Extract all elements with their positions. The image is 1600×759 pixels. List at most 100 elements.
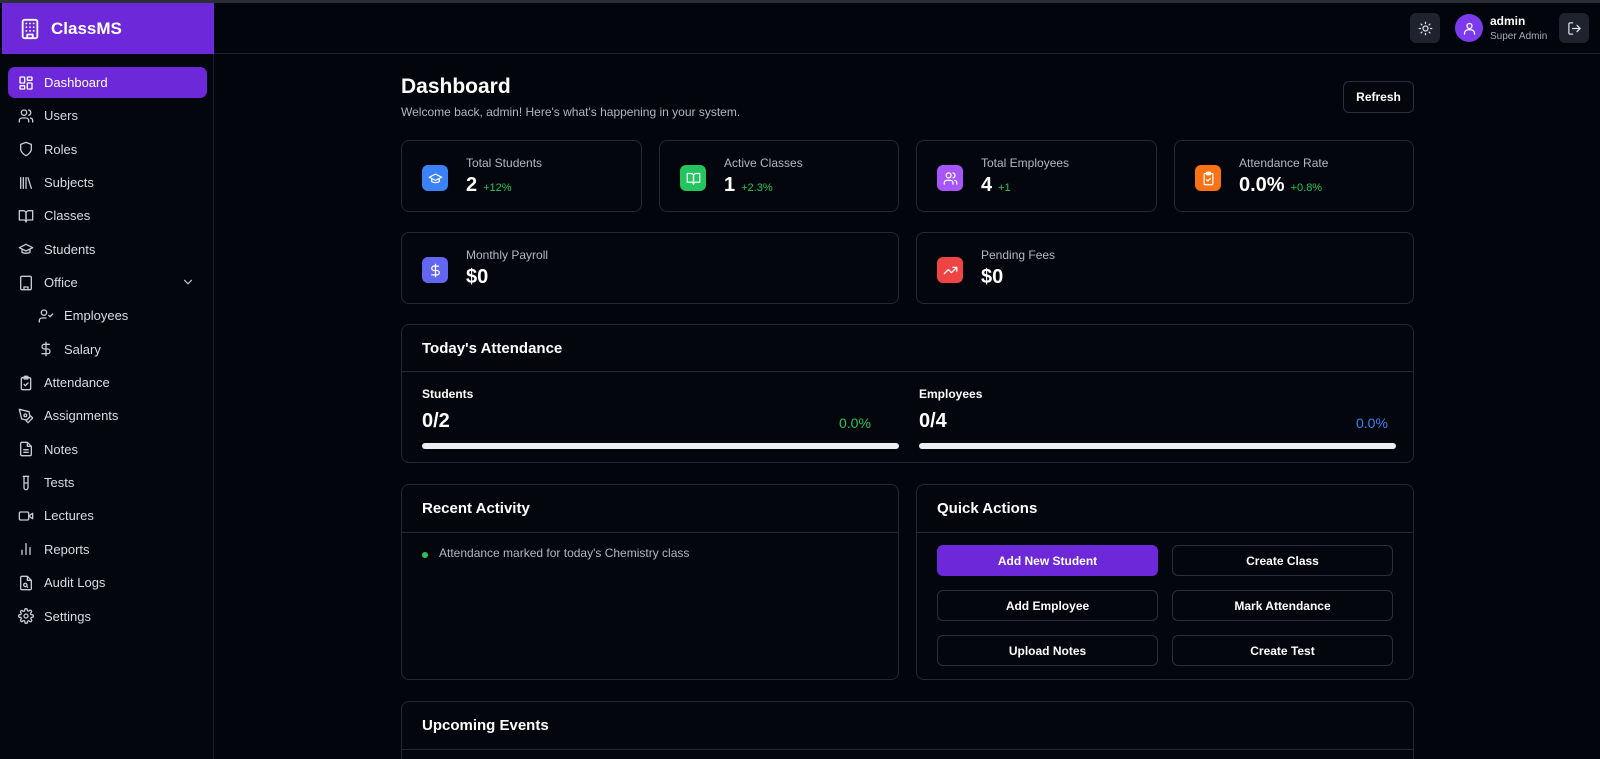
add-new-student-button[interactable]: Add New Student: [937, 545, 1158, 576]
stat-value: 1 +2.3%: [724, 174, 773, 196]
sidebar-item-attendance[interactable]: Attendance: [8, 367, 207, 398]
sidebar-item-tests[interactable]: Tests: [8, 467, 207, 498]
sidebar-item-salary[interactable]: Salary: [8, 334, 207, 365]
logout-button[interactable]: [1559, 13, 1589, 43]
sidebar-item-audit-logs[interactable]: Audit Logs: [8, 567, 207, 598]
pen-tool-icon: [18, 408, 34, 424]
sidebar-item-roles[interactable]: Roles: [8, 134, 207, 165]
logout-icon: [1567, 21, 1582, 36]
create-test-button[interactable]: Create Test: [1172, 635, 1393, 666]
section-title: Quick Actions: [937, 500, 1038, 517]
stat-value: 2 +12%: [466, 174, 512, 196]
book-open-icon: [680, 165, 706, 191]
section-title: Today's Attendance: [422, 340, 563, 357]
sidebar-item-label: Salary: [64, 341, 101, 357]
sidebar-nav: Dashboard Users Roles Subjects Classes S…: [8, 67, 207, 634]
add-employee-button[interactable]: Add Employee: [937, 590, 1158, 621]
refresh-button[interactable]: Refresh: [1343, 81, 1414, 113]
chevron-down-icon[interactable]: [181, 275, 195, 289]
stat-delta: +0.8%: [1290, 182, 1323, 194]
avatar[interactable]: [1455, 14, 1483, 42]
mark-attendance-button[interactable]: Mark Attendance: [1172, 590, 1393, 621]
sidebar-item-label: Settings: [44, 608, 91, 624]
stat-card-attendance-rate: Attendance Rate 0.0% +0.8%: [1174, 140, 1414, 212]
user-name: admin: [1490, 14, 1526, 28]
user-check-icon: [38, 308, 54, 324]
stat-label: Pending Fees: [981, 248, 1056, 262]
attendance-students-count: 0/2: [422, 410, 450, 432]
video-icon: [18, 508, 34, 524]
section-title: Recent Activity: [422, 500, 530, 517]
sidebar-item-assignments[interactable]: Assignments: [8, 400, 207, 431]
section-title: Upcoming Events: [422, 717, 549, 734]
graduation-cap-icon: [422, 165, 448, 191]
sidebar-item-label: Users: [44, 108, 78, 124]
sidebar-item-students[interactable]: Students: [8, 234, 207, 265]
sidebar-item-settings[interactable]: Settings: [8, 601, 207, 632]
sidebar-item-subjects[interactable]: Subjects: [8, 167, 207, 198]
file-text-icon: [18, 441, 34, 457]
stat-label: Total Employees: [981, 156, 1070, 170]
sidebar-item-label: Students: [44, 241, 96, 257]
attendance-employees-count: 0/4: [919, 410, 947, 432]
shield-icon: [18, 141, 34, 157]
attendance-students-label: Students: [422, 387, 474, 401]
dollar-icon: [422, 257, 448, 283]
divider: [402, 749, 1413, 750]
sidebar-item-label: Tests: [44, 475, 75, 491]
stat-value: $0: [981, 266, 1004, 288]
book-open-icon: [18, 208, 34, 224]
dashboard-icon: [18, 75, 34, 91]
sidebar-item-label: Roles: [44, 141, 78, 157]
attendance-students-percent: 0.0%: [839, 415, 871, 431]
sidebar-item-reports[interactable]: Reports: [8, 534, 207, 565]
page-title: Dashboard: [401, 75, 511, 98]
file-search-icon: [18, 575, 34, 591]
stat-value: $0: [466, 266, 489, 288]
stat-label: Total Students: [466, 156, 543, 170]
recent-activity-card: Recent Activity Attendance marked for to…: [401, 484, 899, 680]
gear-icon: [18, 608, 34, 624]
sidebar-item-office[interactable]: Office: [8, 267, 207, 298]
stat-label: Monthly Payroll: [466, 248, 549, 262]
attendance-students-bar: [422, 443, 899, 449]
clipboard-check-icon: [1195, 165, 1221, 191]
sidebar-item-label: Audit Logs: [44, 575, 106, 591]
brand-header[interactable]: ClassMS: [2, 3, 214, 54]
sidebar-item-label: Attendance: [44, 375, 110, 391]
sidebar-item-label: Reports: [44, 541, 90, 557]
stat-card-active-classes: Active Classes 1 +2.3%: [659, 140, 899, 212]
theme-toggle-button[interactable]: [1410, 13, 1440, 43]
user-role: Super Admin: [1490, 31, 1548, 42]
users-icon: [18, 108, 34, 124]
sidebar: Dashboard Users Roles Subjects Classes S…: [0, 54, 214, 759]
sidebar-item-employees[interactable]: Employees: [8, 300, 207, 331]
activity-item: Attendance marked for today's Chemistry …: [439, 546, 690, 560]
upload-notes-button[interactable]: Upload Notes: [937, 635, 1158, 666]
building-icon: [18, 275, 34, 291]
sidebar-item-label: Lectures: [44, 508, 94, 524]
quick-actions-card: Quick Actions Add New Student Create Cla…: [916, 484, 1414, 680]
stat-card-total-employees: Total Employees 4 +1: [916, 140, 1157, 212]
upcoming-events-card: Upcoming Events: [401, 701, 1414, 759]
sidebar-item-users[interactable]: Users: [8, 100, 207, 131]
create-class-button[interactable]: Create Class: [1172, 545, 1393, 576]
divider: [402, 532, 898, 533]
stat-delta: +12%: [483, 182, 512, 194]
sidebar-item-dashboard[interactable]: Dashboard: [8, 67, 207, 98]
top-header: admin Super Admin: [214, 3, 1600, 54]
divider: [917, 532, 1413, 533]
page-subtitle: Welcome back, admin! Here's what's happe…: [401, 105, 741, 119]
stat-delta: +1: [998, 182, 1011, 194]
sidebar-item-classes[interactable]: Classes: [8, 200, 207, 231]
clipboard-check-icon: [18, 375, 34, 391]
sidebar-item-lectures[interactable]: Lectures: [8, 500, 207, 531]
stat-value: 4 +1: [981, 174, 1011, 196]
sidebar-item-notes[interactable]: Notes: [8, 434, 207, 465]
sidebar-item-label: Office: [44, 275, 78, 291]
attendance-employees-percent: 0.0%: [1356, 415, 1388, 431]
graduation-cap-icon: [18, 241, 34, 257]
sun-icon: [1418, 21, 1433, 36]
app-name: ClassMS: [51, 18, 122, 38]
stat-card-total-students: Total Students 2 +12%: [401, 140, 642, 212]
